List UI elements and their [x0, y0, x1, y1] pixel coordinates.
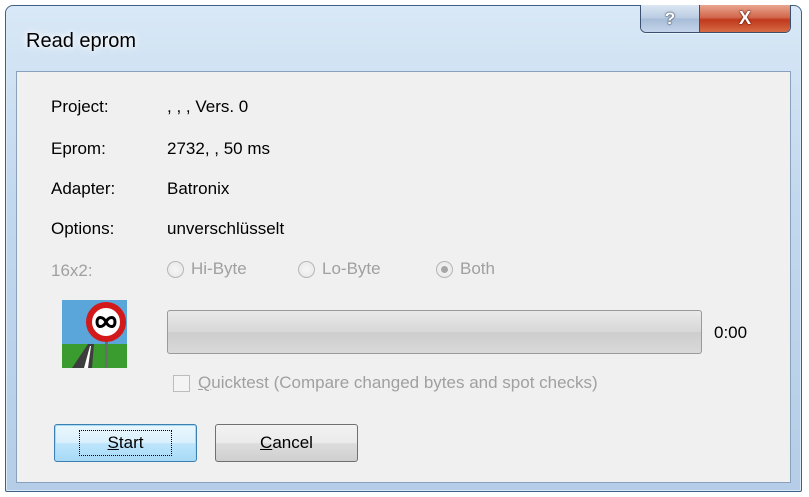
start-button[interactable]: Start [54, 424, 197, 462]
radio-dot [441, 265, 448, 273]
radio-lo-byte[interactable]: Lo-Byte [298, 259, 381, 279]
radio-lo-byte-label: Lo-Byte [322, 259, 381, 278]
start-button-label: Start [78, 430, 173, 456]
elapsed-time: 0:00 [714, 323, 748, 342]
radio-both-label: Both [460, 259, 495, 278]
radio-hi-byte-label: Hi-Byte [191, 259, 247, 278]
read-eprom-dialog: Read eprom ? X Project: , , , Vers. 0 Ep… [5, 5, 802, 492]
radio-button-selected[interactable] [436, 260, 453, 278]
window-title: Read eprom [26, 30, 137, 52]
radio-both[interactable]: Both [436, 259, 495, 279]
close-button[interactable]: X [700, 5, 790, 32]
quicktest-label: Quicktest (Compare changed bytes and spo… [198, 373, 598, 392]
title-bar[interactable]: Read eprom ? X [6, 5, 801, 66]
eprom-label: Eprom: [51, 139, 106, 158]
checkbox-box[interactable] [173, 374, 190, 392]
radio-button[interactable] [298, 260, 315, 278]
radio-button[interactable] [167, 260, 184, 278]
project-label: Project: [51, 97, 109, 116]
cancel-button[interactable]: Cancel [215, 424, 358, 462]
options-value: unverschlüsselt [167, 219, 285, 238]
dialog-client-area: Project: , , , Vers. 0 Eprom: 2732, , 50… [16, 71, 791, 483]
help-icon: ? [664, 8, 676, 28]
progress-bar [167, 310, 702, 354]
close-icon: X [738, 8, 751, 28]
eprom-value: 2732, , 50 ms [167, 139, 271, 158]
adapter-value: Batronix [167, 179, 230, 198]
adapter-label: Adapter: [51, 179, 116, 198]
caption-buttons: ? X [640, 5, 791, 33]
radio-hi-byte[interactable]: Hi-Byte [167, 259, 247, 279]
infinity-road-sign-icon [62, 300, 127, 368]
quicktest-checkbox[interactable]: Quicktest (Compare changed bytes and spo… [173, 373, 598, 393]
options-label: Options: [51, 219, 115, 238]
help-button[interactable]: ? [641, 5, 700, 32]
mode-label: 16x2: [51, 261, 93, 280]
project-value: , , , Vers. 0 [167, 97, 249, 116]
cancel-button-label: Cancel [260, 433, 313, 452]
